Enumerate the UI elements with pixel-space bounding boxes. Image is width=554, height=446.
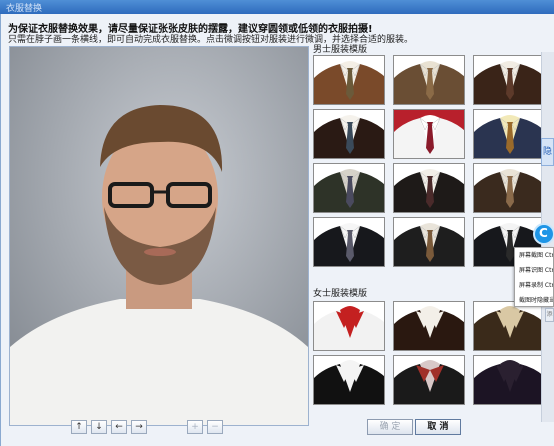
context-menu-item[interactable]: 屏幕录制 Ctrl (515, 278, 553, 293)
window-title: 衣服替换 (6, 4, 43, 14)
title-bar: 衣服替换 (0, 0, 554, 14)
zoom-in-button[interactable]: + (187, 420, 203, 434)
male-template-thumb[interactable] (393, 163, 465, 213)
female-template-thumb[interactable] (313, 301, 385, 351)
minus-icon: − (211, 422, 219, 432)
male-template-thumb[interactable] (313, 163, 385, 213)
mouth-shape (144, 248, 176, 256)
context-menu-item[interactable]: 截图时隐藏当 (515, 293, 553, 306)
plus-icon: + (191, 422, 199, 432)
confirm-button[interactable]: 确 定 (367, 419, 413, 435)
male-section-label: 男士服装模版 (313, 45, 368, 55)
female-template-thumb[interactable] (313, 355, 385, 405)
arrow-up-icon: ↑ (75, 422, 83, 432)
male-template-thumb[interactable] (313, 109, 385, 159)
zoom-out-button[interactable]: − (207, 420, 223, 434)
arrow-down-icon: ↓ (95, 422, 103, 432)
male-template-thumb[interactable] (473, 109, 545, 159)
dialog-client: 为保证衣服替换效果，请尽量保证张张皮肤的摆露，建议穿圆领或低领的衣服拍摄! 只需… (0, 14, 554, 446)
photo-preview[interactable] (9, 46, 309, 426)
side-panel-tab[interactable]: 隐 (541, 138, 554, 166)
move-down-button[interactable]: ↓ (91, 420, 107, 434)
female-template-thumb[interactable] (473, 301, 545, 351)
male-template-thumb[interactable] (393, 55, 465, 105)
male-template-thumb[interactable] (313, 55, 385, 105)
side-panel-tab-2[interactable]: 添 (545, 308, 554, 322)
arrow-left-icon: ← (115, 422, 123, 432)
arrow-right-icon: → (135, 422, 143, 432)
male-template-thumb[interactable] (393, 217, 465, 267)
female-template-thumb[interactable] (473, 355, 545, 405)
move-left-button[interactable]: ← (111, 420, 127, 434)
male-template-thumb[interactable] (393, 109, 465, 159)
assistant-badge-icon[interactable]: C (533, 223, 554, 245)
female-section-label: 女士服装模版 (313, 289, 368, 299)
female-template-thumb[interactable] (393, 301, 465, 351)
male-template-thumb[interactable] (473, 163, 545, 213)
move-up-button[interactable]: ↑ (71, 420, 87, 434)
cancel-button[interactable]: 取 消 (415, 419, 461, 435)
badge-letter: C (539, 226, 548, 240)
context-menu-item[interactable]: 屏幕截图 Ctrl (515, 248, 553, 263)
context-menu-item[interactable]: 屏幕识图 Ctrl (515, 263, 553, 278)
context-menu: 屏幕截图 Ctrl 屏幕识图 Ctrl 屏幕录制 Ctrl 截图时隐藏当 (514, 247, 554, 307)
move-right-button[interactable]: → (131, 420, 147, 434)
male-template-thumb[interactable] (473, 55, 545, 105)
male-template-thumb[interactable] (313, 217, 385, 267)
female-template-thumb[interactable] (393, 355, 465, 405)
